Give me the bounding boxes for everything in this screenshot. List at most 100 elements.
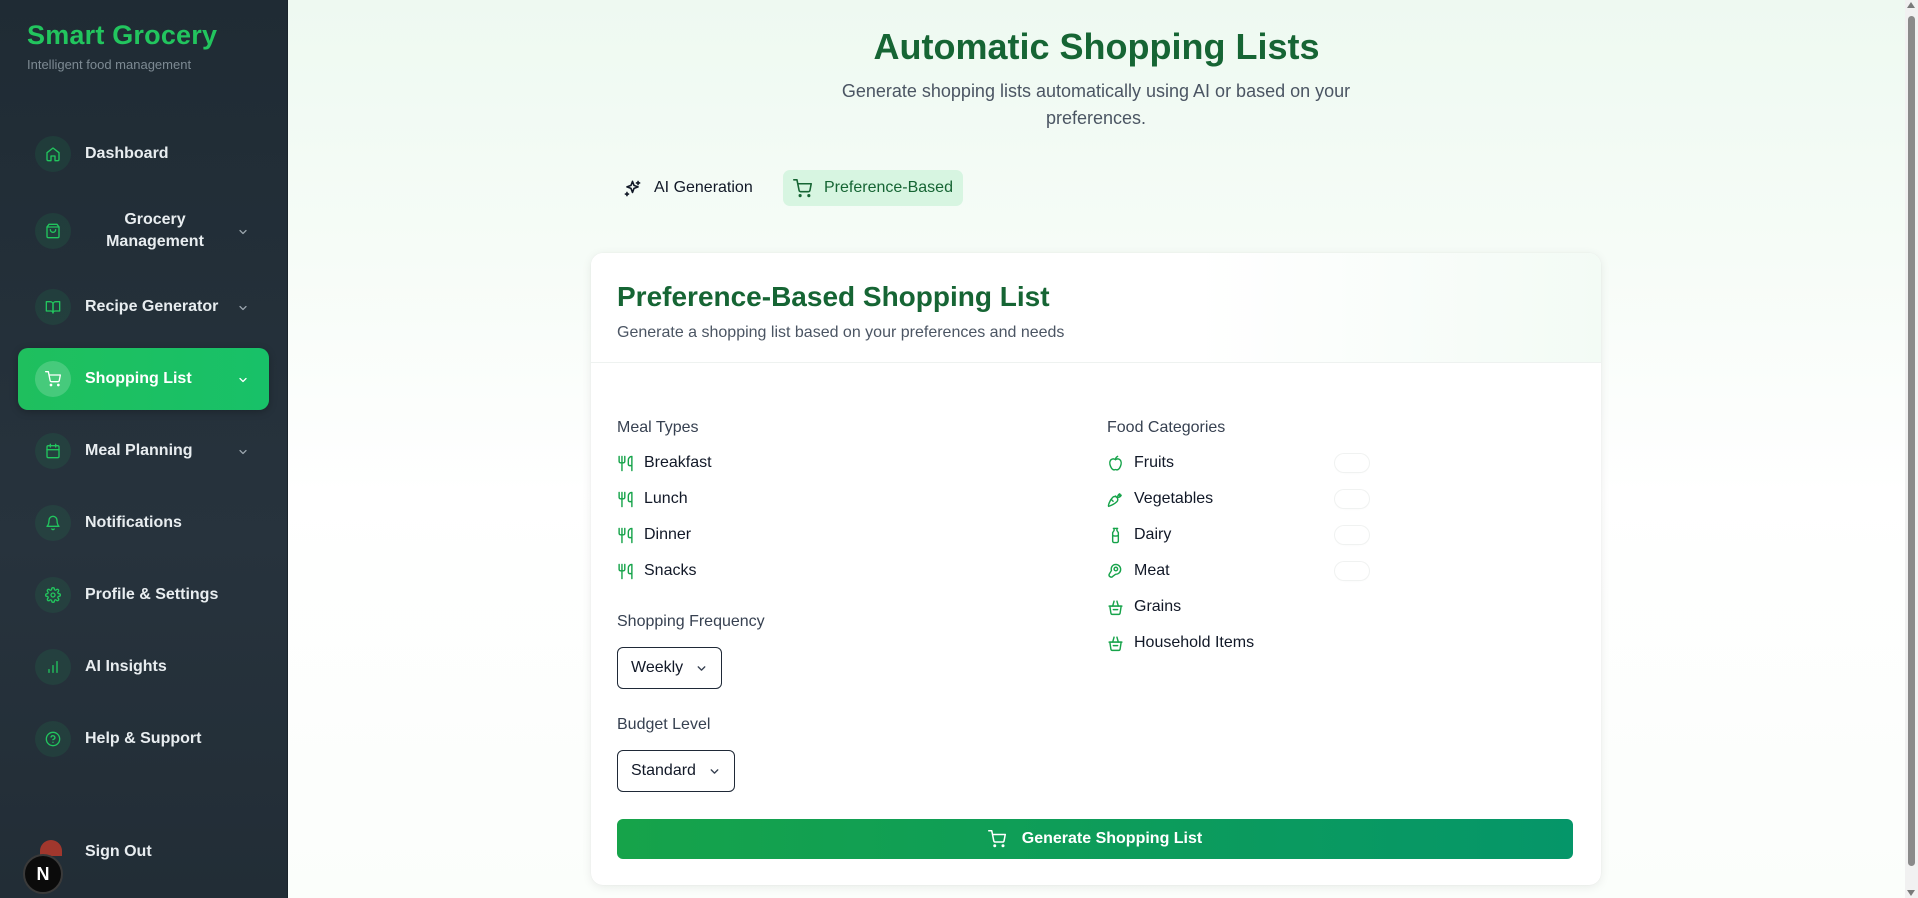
- cart-icon: [35, 361, 71, 397]
- option-label: Snacks: [644, 562, 697, 579]
- apple-icon: [1109, 455, 1122, 471]
- beef-icon: [1108, 563, 1122, 578]
- budget-level-select[interactable]: Standard: [617, 750, 735, 792]
- sidebar-item-label: Help & Support: [85, 730, 202, 747]
- dinner-toggle[interactable]: [1335, 526, 1369, 544]
- chevron-down-icon[interactable]: [237, 445, 249, 463]
- category-meat: Meat: [1107, 559, 1170, 583]
- utensils-icon: [618, 563, 633, 579]
- select-value: Weekly: [631, 659, 684, 676]
- sidebar: Smart Grocery Intelligent food managemen…: [0, 0, 288, 898]
- option-label: Vegetables: [1134, 490, 1214, 507]
- chevron-down-icon[interactable]: [237, 225, 249, 243]
- sidebar-item-meal-planning[interactable]: Meal Planning: [18, 420, 269, 482]
- calendar-icon: [35, 433, 71, 469]
- shopping-bag-icon: [35, 213, 71, 249]
- category-fruits: Fruits: [1107, 451, 1174, 475]
- category-grains: Grains: [1107, 595, 1181, 619]
- category-household-items: Household Items: [1107, 631, 1254, 655]
- utensils-icon: [618, 455, 633, 471]
- sidebar-item-help-support[interactable]: Help & Support: [18, 708, 269, 770]
- gear-icon: [35, 577, 71, 613]
- sidebar-item-label: Recipe Generator: [85, 298, 219, 315]
- sidebar-item-label: Dashboard: [85, 145, 169, 162]
- tab-label: AI Generation: [654, 179, 753, 196]
- option-label: Grains: [1134, 598, 1182, 615]
- brand: Smart Grocery Intelligent food managemen…: [27, 20, 217, 72]
- chevron-down-icon[interactable]: [237, 373, 249, 391]
- tab-preference-based[interactable]: Preference-Based: [783, 170, 963, 206]
- option-label: Household Items: [1134, 634, 1255, 651]
- meal-types-label: Meal Types: [617, 419, 699, 436]
- chevron-down-icon: [697, 665, 706, 671]
- bar-chart-icon: [35, 649, 71, 685]
- cart-icon: [793, 178, 812, 197]
- option-label: Meat: [1134, 562, 1170, 579]
- brand-subtitle: Intelligent food management: [27, 57, 192, 72]
- carrot-icon: [1107, 492, 1122, 507]
- generate-shopping-list-button[interactable]: Generate Shopping List: [617, 819, 1573, 859]
- sidebar-item-recipe-generator[interactable]: Recipe Generator: [18, 276, 269, 338]
- page-title: Automatic Shopping Lists: [873, 26, 1320, 67]
- option-label: Dinner: [644, 526, 692, 543]
- tab-label: Preference-Based: [824, 179, 953, 196]
- category-dairy: Dairy: [1107, 523, 1171, 547]
- option-label: Fruits: [1134, 454, 1174, 471]
- breakfast-toggle[interactable]: [1335, 454, 1369, 472]
- sidebar-item-notifications[interactable]: Notifications: [18, 492, 269, 554]
- budget-level-label: Budget Level: [617, 716, 711, 733]
- shopping-frequency-select[interactable]: Weekly: [617, 647, 723, 689]
- card-header: Preference-Based Shopping List Generate …: [591, 253, 1601, 363]
- chevron-down-icon: [710, 768, 719, 774]
- sidebar-item-label: Profile & Settings: [85, 586, 219, 603]
- home-icon: [35, 136, 71, 172]
- scroll-thumb[interactable]: [1908, 16, 1915, 866]
- utensils-icon: [618, 491, 633, 507]
- sidebar-item-shopping-list[interactable]: Shopping List: [18, 348, 269, 410]
- card-description: Generate a shopping list based on your p…: [617, 324, 1065, 341]
- sidebar-item-label: AI Insights: [85, 658, 167, 675]
- sign-out-button[interactable]: Sign Out: [85, 843, 152, 861]
- preference-card: Preference-Based Shopping List Generate …: [591, 253, 1601, 885]
- category-vegetables: Vegetables: [1107, 487, 1213, 511]
- sidebar-item-grocery-management[interactable]: Grocery Management: [18, 200, 269, 262]
- sidebar-item-label: Grocery Management: [106, 211, 204, 250]
- option-label: Lunch: [644, 490, 688, 507]
- brand-title: Smart Grocery: [27, 20, 218, 50]
- book-open-icon: [35, 289, 71, 325]
- tab-ai-generation[interactable]: AI Generation: [613, 170, 763, 206]
- utensils-icon: [618, 527, 633, 543]
- cart-icon: [987, 830, 1006, 848]
- bell-icon: [35, 505, 71, 541]
- basket-icon: [1108, 599, 1123, 615]
- main-content: Automatic Shopping Lists Generate shoppi…: [288, 0, 1905, 898]
- select-value: Standard: [631, 762, 696, 779]
- milk-icon: [1111, 527, 1120, 543]
- chevron-down-icon[interactable]: [237, 301, 249, 319]
- meal-type-snacks: Snacks: [617, 559, 696, 583]
- page-subtitle: Generate shopping lists automatically us…: [841, 81, 1351, 128]
- generate-button-label: Generate Shopping List: [1021, 830, 1203, 847]
- lunch-toggle[interactable]: [1335, 490, 1369, 508]
- help-circle-icon: [35, 721, 71, 757]
- sidebar-item-ai-insights[interactable]: AI Insights: [18, 636, 269, 698]
- option-label: Dairy: [1134, 526, 1172, 543]
- sidebar-item-dashboard[interactable]: Dashboard: [18, 123, 269, 185]
- shopping-frequency-label: Shopping Frequency: [617, 613, 765, 630]
- meal-type-breakfast: Breakfast: [617, 451, 712, 475]
- scroll-up-arrow-icon[interactable]: [1907, 2, 1915, 8]
- sidebar-item-label: Shopping List: [85, 370, 192, 387]
- sidebar-item-label: Notifications: [85, 514, 182, 531]
- basket-icon: [1108, 635, 1123, 651]
- sidebar-item-label: Meal Planning: [85, 442, 193, 459]
- meal-type-lunch: Lunch: [617, 487, 688, 511]
- scroll-down-arrow-icon[interactable]: [1907, 890, 1915, 896]
- avatar[interactable]: N: [23, 854, 63, 894]
- option-label: Breakfast: [644, 454, 712, 471]
- scrollbar[interactable]: [1905, 0, 1918, 898]
- food-categories-label: Food Categories: [1107, 419, 1226, 436]
- sidebar-item-profile-settings[interactable]: Profile & Settings: [18, 564, 269, 626]
- snacks-toggle[interactable]: [1335, 562, 1369, 580]
- card-title: Preference-Based Shopping List: [617, 281, 1050, 312]
- sparkles-icon: [624, 180, 641, 196]
